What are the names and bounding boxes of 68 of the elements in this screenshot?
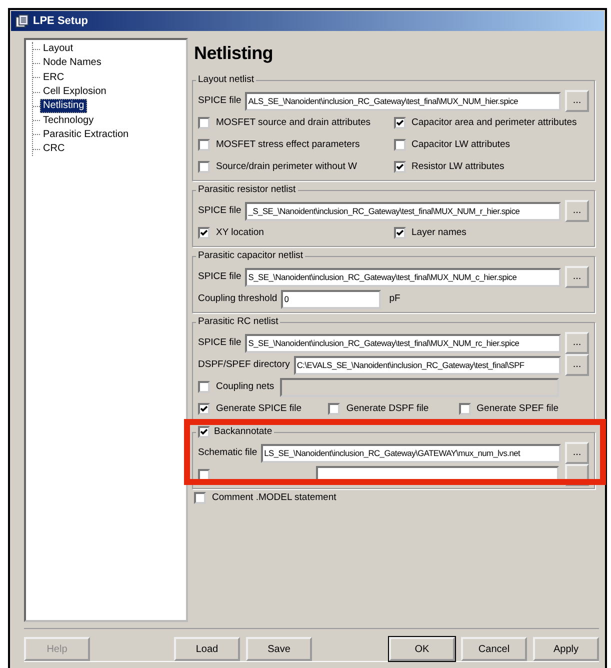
group-title: Parasitic capacitor netlist [198, 249, 304, 263]
field-label: SPICE file [198, 336, 242, 350]
checkbox[interactable] [198, 403, 210, 415]
browse-button[interactable]: ... [565, 90, 589, 112]
file-field[interactable]: S_SE_\Nanoident\inclusion_RC_Gateway\test_final\MUX_NUM_c_hier.spice [245, 268, 561, 286]
checkbox-label: Comment .MODEL statement [212, 491, 336, 505]
file-field[interactable]: LS_SE_\Nanoident\inclusion_RC_Gateway\GATEWAY\mux_num_lvs.net [261, 444, 561, 462]
checkbox-label: Generate SPICE file [216, 402, 302, 416]
checkbox[interactable] [198, 139, 210, 151]
threshold-field[interactable]: 0 [281, 290, 382, 308]
field-label: Schematic file [198, 446, 258, 460]
checkbox[interactable] [458, 403, 471, 415]
dialog-button[interactable]: Apply [533, 637, 599, 661]
checkbox[interactable] [198, 161, 210, 173]
checkbox[interactable] [394, 227, 406, 239]
tree-item[interactable]: Node Names [40, 56, 104, 70]
field-label: SPICE file [198, 270, 242, 284]
checkbox-label: MOSFET stress effect parameters [216, 138, 360, 152]
checkbox[interactable] [198, 426, 210, 438]
tree-item[interactable]: Layout [40, 42, 76, 56]
tree-item[interactable]: Netlisting [40, 99, 88, 114]
tree-item[interactable]: Technology [40, 114, 97, 128]
dialog-button[interactable]: Save [246, 637, 312, 661]
file-field[interactable]: ALS_SE_\Nanoident\inclusion_RC_Gateway\test_final\MUX_NUM_hier.spice [245, 92, 561, 110]
window-title: LPE Setup [33, 14, 88, 29]
checkbox[interactable] [394, 139, 406, 151]
browse-button[interactable]: ... [565, 354, 589, 376]
tree-item[interactable]: CRC [40, 142, 68, 156]
field-label: SPICE file [198, 204, 242, 218]
tree-item[interactable]: Parasitic Extraction [40, 128, 132, 142]
group-title: Parasitic resistor netlist [198, 183, 296, 197]
tree-item[interactable]: Cell Explosion [40, 85, 110, 100]
browse-button[interactable]: ... [565, 442, 589, 464]
browse-button[interactable]: ... [565, 332, 589, 354]
group-title: Layout netlist [198, 73, 254, 87]
checkbox-label: Source/drain perimeter without W [216, 160, 357, 174]
checkbox[interactable] [394, 161, 406, 173]
field-label: Coupling threshold [198, 292, 278, 306]
file-field[interactable]: C:\EVALS_SE_\Nanoident\inclusion_RC_Gateway\test_final\SPF [294, 356, 561, 374]
checkbox-label: Capacitor area and perimeter attributes [412, 116, 577, 130]
dialog-button[interactable]: Load [174, 637, 240, 661]
checkbox[interactable] [198, 117, 210, 129]
tree-item[interactable]: ERC [40, 70, 68, 85]
checkbox-label: Layer names [412, 226, 466, 240]
page-heading: Netlisting [194, 42, 274, 65]
checkbox-label: Generate DSPF file [346, 402, 429, 416]
browse-button[interactable]: ... [565, 200, 589, 222]
checkbox-label: Generate SPEF file [476, 402, 559, 416]
unit-label: pF [389, 292, 400, 306]
field-label: DSPF/SPEF directory [198, 358, 290, 372]
checkbox-label: Capacitor LW attributes [412, 138, 510, 152]
dialog-button[interactable]: Cancel [461, 637, 527, 661]
checkbox[interactable] [194, 492, 206, 504]
checkbox[interactable] [394, 117, 406, 129]
checkbox-label: Coupling nets [216, 380, 274, 394]
checkbox[interactable] [198, 227, 210, 239]
checkbox[interactable] [328, 403, 340, 415]
field-label: SPICE file [198, 94, 242, 108]
checkbox-label: MOSFET source and drain attributes [216, 116, 371, 130]
dialog-button[interactable]: OK [389, 637, 455, 661]
group-title: Parasitic RC netlist [198, 315, 278, 329]
browse-button[interactable]: ... [565, 266, 589, 288]
checkbox-label: XY location [216, 226, 264, 240]
file-field[interactable]: _S_SE_\Nanoident\inclusion_RC_Gateway\test_final\MUX_NUM_r_hier.spice [245, 202, 561, 220]
checkbox-label: Resistor LW attributes [412, 160, 504, 174]
group-title: Backannotate [214, 425, 272, 439]
app-icon [15, 14, 29, 28]
file-field[interactable]: S_SE_\Nanoident\inclusion_RC_Gateway\test_final\MUX_NUM_rc_hier.spice [245, 334, 561, 352]
